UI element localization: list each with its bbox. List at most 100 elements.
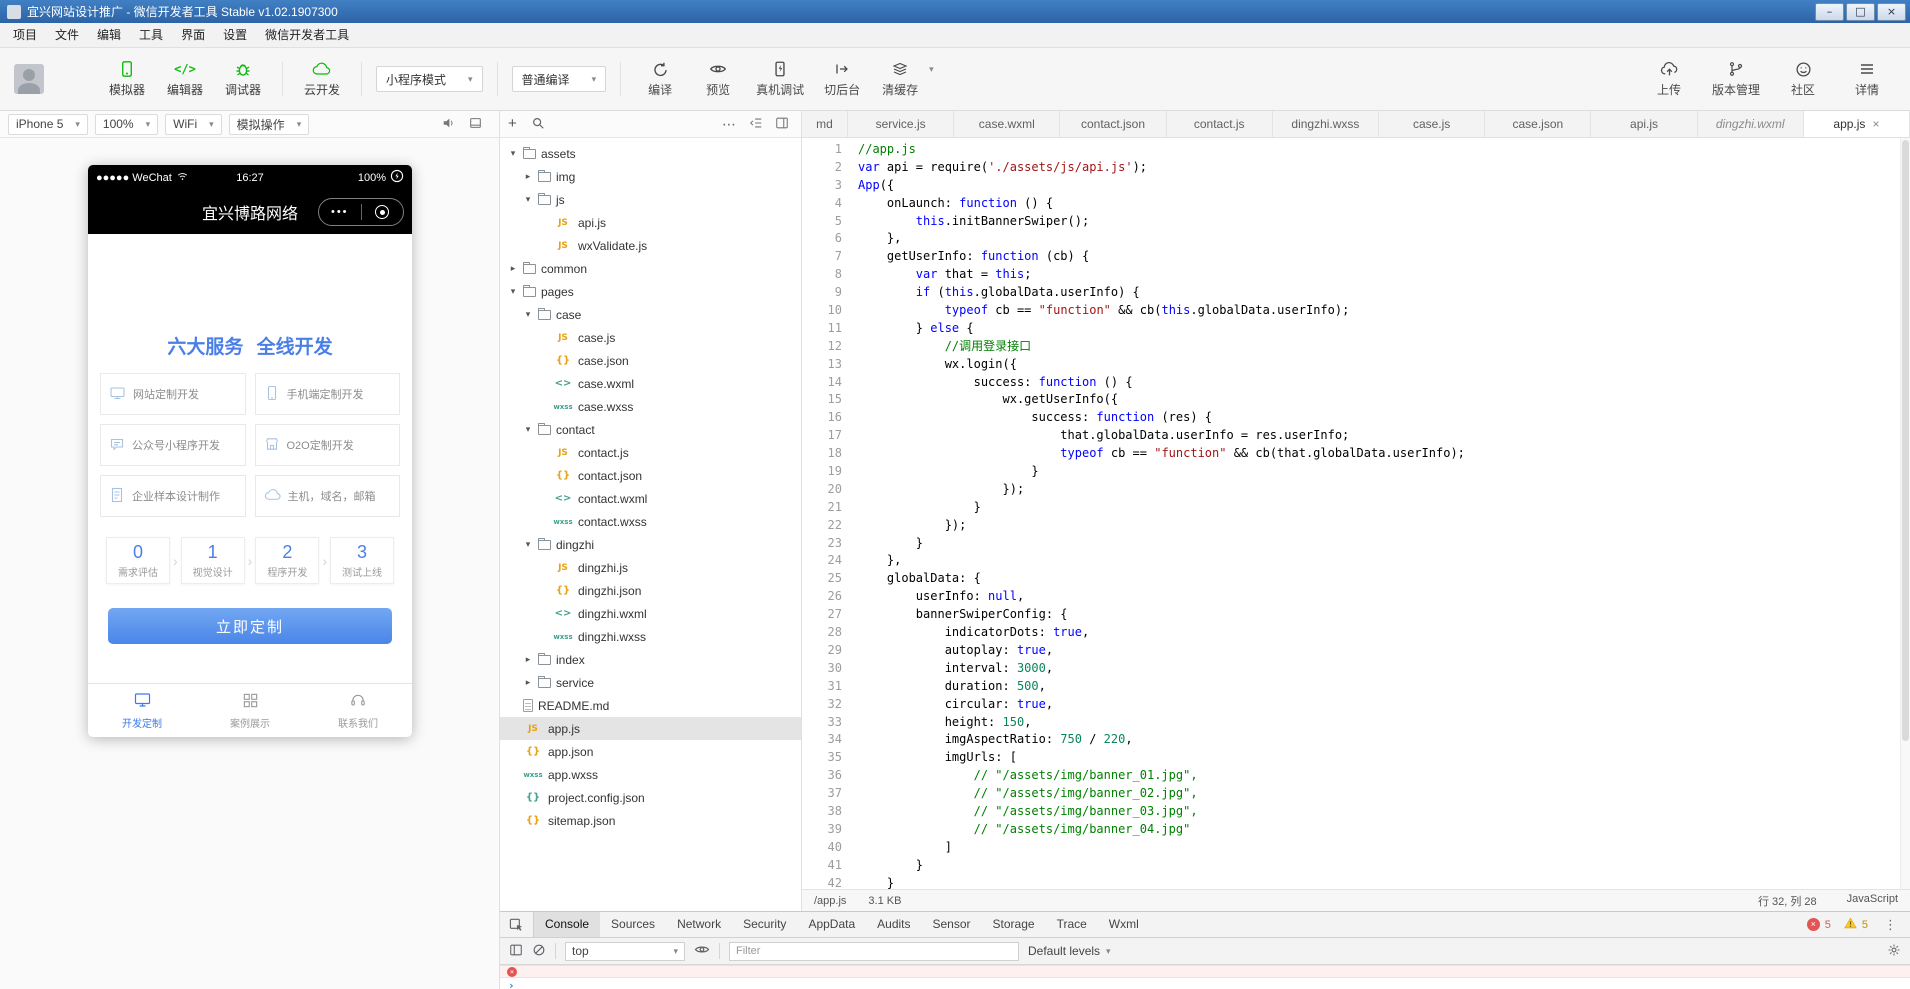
folder-open-arrow-icon[interactable]: ▾ [523,194,533,205]
simulate-action-select[interactable]: 模拟操作 ▾ [229,114,310,135]
folder-closed-arrow-icon[interactable]: ▸ [523,171,533,182]
folder-open-arrow-icon[interactable]: ▾ [523,539,533,550]
folder-open-arrow-icon[interactable]: ▾ [508,286,518,297]
tab-dev-customize[interactable]: 开发定制 [88,684,196,737]
tree-item-service[interactable]: ▸service [500,671,801,694]
tree-item-assets[interactable]: ▾assets [500,142,801,165]
menu-item-devtools[interactable]: 微信开发者工具 [256,23,358,48]
devtab-wxml[interactable]: Wxml [1098,912,1150,937]
menu-item-tools[interactable]: 工具 [130,23,172,48]
console-filter-input[interactable] [729,942,1019,961]
editor-toggle-button[interactable]: </> 编辑器 [156,60,214,98]
tree-item-dingzhi-js[interactable]: JSdingzhi.js [500,556,801,579]
tree-item-contact-wxss[interactable]: wxsscontact.wxss [500,510,801,533]
service-item-hosting[interactable]: 主机，域名，邮箱 [255,475,401,517]
console-error-row[interactable]: × [500,965,1910,978]
network-select[interactable]: WiFi ▾ [165,114,222,135]
minimize-button[interactable]: – [1815,3,1844,21]
code-content[interactable]: //app.jsvar api = require('./assets/js/a… [858,138,1910,889]
clear-cache-button[interactable]: 清缓存 ▾ [871,60,934,98]
tree-item-wxValidate-js[interactable]: JSwxValidate.js [500,234,801,257]
folder-closed-arrow-icon[interactable]: ▸ [523,677,533,688]
editor-scrollbar[interactable] [1900,138,1910,889]
tree-item-case[interactable]: ▾case [500,303,801,326]
devtab-network[interactable]: Network [666,912,732,937]
mode-select[interactable]: 小程序模式 ▾ [376,66,483,92]
log-levels-select[interactable]: Default levels ▾ [1028,944,1111,958]
capsule-more-button[interactable]: ••• [319,199,361,225]
step-item-2[interactable]: 2 程序开发 [255,537,319,584]
version-control-button[interactable]: 版本管理 [1704,60,1768,98]
devtab-appdata[interactable]: AppData [797,912,866,937]
console-context-select[interactable]: top ▾ [565,942,685,961]
devtab-security[interactable]: Security [732,912,797,937]
tab-contact-us[interactable]: 联系我们 [304,684,412,737]
devtools-menu-icon[interactable]: ⋮ [1881,917,1900,933]
tree-item-project-config-json[interactable]: {}project.config.json [500,786,801,809]
tree-item-case-js[interactable]: JScase.js [500,326,801,349]
editor-tab-app-js[interactable]: app.js × [1804,111,1910,137]
editor-tab-case-json[interactable]: case.json [1485,111,1591,137]
tree-item-dingzhi-wxml[interactable]: <>dingzhi.wxml [500,602,801,625]
line-numbers[interactable]: 1234567891011121314151617181920212223242… [802,138,858,889]
menu-item-edit[interactable]: 编辑 [88,23,130,48]
tree-item-app-wxss[interactable]: wxssapp.wxss [500,763,801,786]
tree-item-api-js[interactable]: JSapi.js [500,211,801,234]
tree-item-contact-wxml[interactable]: <>contact.wxml [500,487,801,510]
step-item-0[interactable]: 0 需求评估 [106,537,170,584]
tree-item-case-json[interactable]: {}case.json [500,349,801,372]
collapse-all-icon[interactable] [749,116,763,133]
editor-tab-service-js[interactable]: service.js [848,111,954,137]
close-button[interactable]: × [1877,3,1906,21]
language-mode[interactable]: JavaScript [1847,893,1898,909]
menu-item-settings[interactable]: 设置 [214,23,256,48]
editor-tab-case-js[interactable]: case.js [1379,111,1485,137]
service-item-miniprogram[interactable]: 公众号小程序开发 [100,424,246,466]
customize-now-button[interactable]: 立即定制 [108,608,392,644]
remote-debug-button[interactable]: 真机调试 [747,60,813,98]
tree-item-dingzhi-wxss[interactable]: wxssdingzhi.wxss [500,625,801,648]
maximize-button[interactable]: □ [1846,3,1875,21]
service-item-website[interactable]: 网站定制开发 [100,373,246,415]
community-button[interactable]: 社区 [1774,60,1832,98]
preview-button[interactable]: 预览 [689,60,747,98]
folder-open-arrow-icon[interactable]: ▾ [523,309,533,320]
console-output[interactable]: × › [500,965,1910,989]
tree-item-README-md[interactable]: README.md [500,694,801,717]
folder-closed-arrow-icon[interactable]: ▸ [508,263,518,274]
devtab-sources[interactable]: Sources [600,912,666,937]
devtab-console[interactable]: Console [534,912,600,937]
service-item-mobile[interactable]: 手机端定制开发 [255,373,401,415]
new-file-icon[interactable]: + [508,117,517,131]
details-button[interactable]: 详情 [1838,60,1896,98]
tree-item-index[interactable]: ▸index [500,648,801,671]
device-select[interactable]: iPhone 5 ▾ [8,114,88,135]
toggle-panel-icon[interactable] [775,116,789,133]
tree-item-dingzhi-json[interactable]: {}dingzhi.json [500,579,801,602]
tab-cases[interactable]: 案例展示 [196,684,304,737]
folder-open-arrow-icon[interactable]: ▾ [508,148,518,159]
service-item-o2o[interactable]: O2O定制开发 [255,424,401,466]
error-badge-icon[interactable]: × [1807,918,1820,931]
more-icon[interactable]: ⋯ [722,116,737,133]
tree-item-contact[interactable]: ▾contact [500,418,801,441]
tree-item-sitemap-json[interactable]: {}sitemap.json [500,809,801,832]
menu-item-file[interactable]: 文件 [46,23,88,48]
upload-button[interactable]: 上传 [1640,60,1698,98]
editor-tab-md[interactable]: md [802,111,848,137]
step-item-1[interactable]: 1 视觉设计 [181,537,245,584]
tree-item-pages[interactable]: ▾pages [500,280,801,303]
eye-icon[interactable] [694,943,710,959]
banner-area[interactable] [88,234,412,320]
gear-icon[interactable] [1887,943,1901,960]
inspect-element-button[interactable] [500,912,534,937]
scrollbar-thumb[interactable] [1902,140,1909,741]
editor-tab-dingzhi-wxss[interactable]: dingzhi.wxss [1273,111,1379,137]
step-item-3[interactable]: 3 测试上线 [330,537,394,584]
tree-item-img[interactable]: ▸img [500,165,801,188]
cloud-dev-button[interactable]: 云开发 [293,60,351,98]
editor-tab-dingzhi-wxml[interactable]: dingzhi.wxml [1698,111,1804,137]
devtab-sensor[interactable]: Sensor [922,912,982,937]
tree-item-contact-js[interactable]: JScontact.js [500,441,801,464]
zoom-select[interactable]: 100% ▾ [95,114,158,135]
